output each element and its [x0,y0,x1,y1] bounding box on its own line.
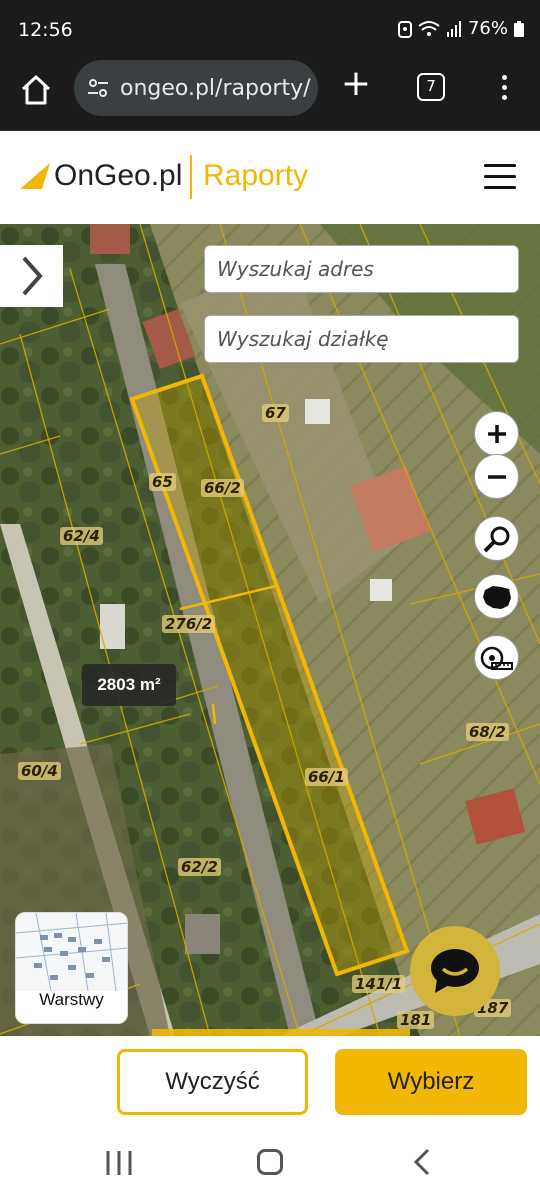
parcel-label: 141/1 [352,975,406,993]
parcel-label: 60/4 [18,762,61,780]
layers-label: Warstwy [39,990,104,1009]
poland-map-icon [482,585,511,609]
zoom-out-button[interactable] [474,454,519,499]
browser-toolbar: ongeo.pl/raporty/ + 7 [0,60,540,130]
chat-icon [431,949,479,993]
new-tab-button[interactable]: + [340,66,372,102]
section-name: Raporty [203,159,309,192]
home-nav-icon[interactable] [257,1149,283,1175]
side-panel-toggle[interactable] [0,245,63,307]
search-icon [483,526,509,552]
parcel-label: 62/2 [178,858,221,876]
system-nav-bar [0,1128,540,1200]
logo-divider [190,155,192,199]
home-icon[interactable] [18,72,54,108]
measure-tape-icon [480,646,513,670]
notification-icon [397,20,412,38]
area-badge: 2803 m² [82,664,176,706]
layers-icon [16,913,127,992]
zoom-in-icon [487,424,506,443]
battery-percent: 76% [467,18,508,39]
parcel-label: 181 [397,1011,435,1029]
url-bar[interactable]: ongeo.pl/raporty/ [74,60,318,116]
measure-button[interactable] [474,635,519,680]
search-plot-input[interactable]: Wyszukaj działkę [204,315,519,363]
clear-button[interactable]: Wyczyść [117,1049,308,1115]
parcel-label: 276/2 [162,615,216,633]
plus-icon: + [340,63,372,104]
menu-icon[interactable] [484,164,516,190]
parcel-label: 66/1 [305,768,348,786]
site-header: OnGeo.pl Raporty [0,130,540,224]
tune-icon[interactable] [86,76,110,100]
chevron-right-icon [22,256,43,296]
zoom-out-icon [487,474,506,479]
status-time: 12:56 [18,19,73,41]
search-tool-button[interactable] [474,516,519,561]
chat-button[interactable] [410,926,500,1016]
parcel-label: 68/2 [466,723,509,741]
recents-icon[interactable] [104,1149,134,1177]
layers-button[interactable]: Warstwy [15,912,128,1024]
back-icon[interactable] [410,1148,434,1176]
parcel-label: 67 [262,404,289,422]
country-view-button[interactable] [474,574,519,619]
parcel-label: 62/4 [60,527,103,545]
parcel-label: 66/2 [201,479,244,497]
parcel-label: 65 [149,473,176,491]
select-button[interactable]: Wybierz [335,1049,527,1115]
more-icon[interactable] [494,70,514,106]
brand-name[interactable]: OnGeo.pl [54,159,182,193]
signal-icon [446,20,461,37]
battery-icon [514,20,524,37]
url-text: ongeo.pl/raporty/ [120,75,311,101]
zoom-in-button[interactable] [474,411,519,456]
logo-icon [20,163,50,189]
search-address-input[interactable]: Wyszukaj adres [204,245,519,293]
map-view[interactable]: 67 65 66/2 62/4 276/2 68/2 60/4 66/1 62/… [0,224,540,1036]
status-icons: 76% [397,18,524,39]
status-bar: 12:56 76% [0,0,540,60]
tabs-icon[interactable]: 7 [417,73,445,101]
wifi-icon [418,20,440,36]
action-bar: Wyczyść Wybierz [0,1036,540,1128]
